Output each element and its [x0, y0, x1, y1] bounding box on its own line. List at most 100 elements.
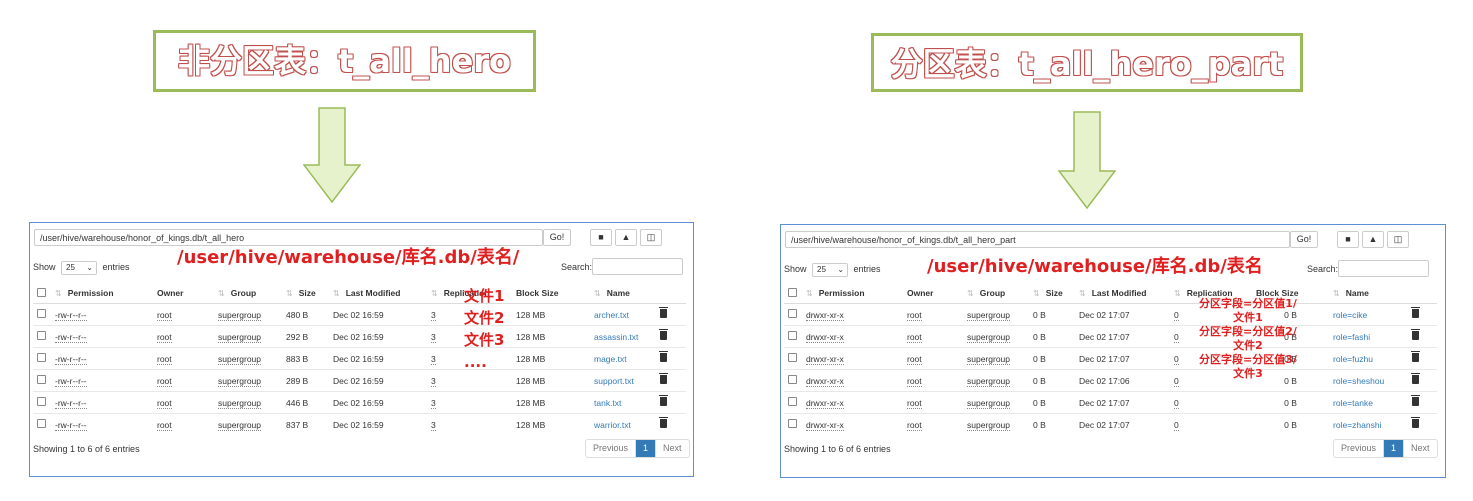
replication[interactable]: 3 [431, 309, 436, 321]
permission[interactable]: drwxr-xr-x [806, 353, 844, 365]
permission[interactable]: drwxr-xr-x [806, 397, 844, 409]
group[interactable]: supergroup [218, 419, 262, 431]
owner[interactable]: root [907, 331, 922, 343]
col-name[interactable]: ⇅ Name [590, 283, 656, 304]
replication[interactable]: 0 [1174, 353, 1179, 365]
trash-icon[interactable] [659, 329, 668, 340]
col-name[interactable]: ⇅ Name [1329, 283, 1408, 304]
folder-link[interactable]: role=sheshou [1333, 376, 1384, 386]
group[interactable]: supergroup [967, 375, 1011, 387]
permission[interactable]: -rw-r--r-- [55, 375, 87, 387]
file-link[interactable]: tank.txt [594, 398, 621, 408]
trash-icon[interactable] [1411, 373, 1420, 384]
group[interactable]: supergroup [967, 419, 1011, 431]
replication[interactable]: 3 [431, 375, 436, 387]
folder-link[interactable]: role=zhanshi [1333, 420, 1381, 430]
group[interactable]: supergroup [967, 397, 1011, 409]
replication[interactable]: 0 [1174, 375, 1179, 387]
file-link[interactable]: support.txt [594, 376, 634, 386]
owner[interactable]: root [907, 375, 922, 387]
trash-icon[interactable] [659, 417, 668, 428]
row-checkbox[interactable] [788, 375, 797, 384]
file-link[interactable]: assassin.txt [594, 332, 638, 342]
permission[interactable]: -rw-r--r-- [55, 419, 87, 431]
col-size[interactable]: ⇅ Size [282, 283, 329, 304]
group[interactable]: supergroup [218, 309, 262, 321]
replication[interactable]: 0 [1174, 309, 1179, 321]
permission[interactable]: drwxr-xr-x [806, 309, 844, 321]
permission[interactable]: drwxr-xr-x [806, 419, 844, 431]
row-checkbox[interactable] [37, 331, 46, 340]
owner[interactable]: root [907, 353, 922, 365]
owner[interactable]: root [907, 309, 922, 321]
col-last-modified[interactable]: ⇅ Last Modified [1075, 283, 1170, 304]
col-last-modified[interactable]: ⇅ Last Modified [329, 283, 427, 304]
previous-button[interactable]: Previous [1334, 440, 1383, 457]
path-input[interactable]: /user/hive/warehouse/honor_of_kings.db/t… [785, 231, 1290, 248]
replication[interactable]: 3 [431, 353, 436, 365]
permission[interactable]: -rw-r--r-- [55, 397, 87, 409]
next-button[interactable]: Next [656, 440, 689, 457]
replication[interactable]: 3 [431, 419, 436, 431]
entries-select[interactable]: 25 ⌄ [812, 262, 849, 277]
go-button[interactable]: Go! [1290, 231, 1318, 248]
group[interactable]: supergroup [218, 331, 262, 343]
col-group[interactable]: ⇅ Group [963, 283, 1029, 304]
row-checkbox[interactable] [788, 397, 797, 406]
permission[interactable]: -rw-r--r-- [55, 331, 87, 343]
previous-button[interactable]: Previous [586, 440, 635, 457]
permission[interactable]: drwxr-xr-x [806, 375, 844, 387]
trash-icon[interactable] [659, 307, 668, 318]
group[interactable]: supergroup [218, 353, 262, 365]
owner[interactable]: root [907, 397, 922, 409]
folder-icon[interactable]: ■ [590, 229, 612, 246]
trash-icon[interactable] [1411, 351, 1420, 362]
replication[interactable]: 0 [1174, 331, 1179, 343]
row-checkbox[interactable] [37, 397, 46, 406]
row-checkbox[interactable] [788, 353, 797, 362]
trash-icon[interactable] [1411, 307, 1420, 318]
file-link[interactable]: archer.txt [594, 310, 629, 320]
col-permission[interactable]: ⇅ Permission [51, 283, 153, 304]
owner[interactable]: root [157, 419, 172, 431]
row-checkbox[interactable] [37, 419, 46, 428]
select-all-checkbox[interactable] [788, 287, 797, 297]
clipboard-icon[interactable]: ◫ [640, 229, 662, 246]
trash-icon[interactable] [1411, 395, 1420, 406]
upload-icon[interactable]: ▲ [615, 229, 637, 246]
trash-icon[interactable] [1411, 329, 1420, 340]
folder-link[interactable]: role=fuzhu [1333, 354, 1373, 364]
folder-link[interactable]: role=cike [1333, 310, 1367, 320]
entries-select[interactable]: 25 ⌄ [61, 260, 98, 275]
search-input[interactable] [1338, 260, 1429, 277]
trash-icon[interactable] [1411, 417, 1420, 428]
col-size[interactable]: ⇅ Size [1029, 283, 1075, 304]
owner[interactable]: root [157, 397, 172, 409]
replication[interactable]: 0 [1174, 419, 1179, 431]
row-checkbox[interactable] [37, 375, 46, 384]
replication[interactable]: 3 [431, 397, 436, 409]
col-block-size[interactable]: Block Size [512, 283, 590, 304]
group[interactable]: supergroup [967, 353, 1011, 365]
row-checkbox[interactable] [788, 331, 797, 340]
file-link[interactable]: warrior.txt [594, 420, 631, 430]
row-checkbox[interactable] [37, 353, 46, 362]
search-input[interactable] [592, 258, 683, 275]
group[interactable]: supergroup [218, 375, 262, 387]
permission[interactable]: -rw-r--r-- [55, 353, 87, 365]
row-checkbox[interactable] [37, 309, 46, 318]
trash-icon[interactable] [659, 395, 668, 406]
col-owner[interactable]: Owner [903, 283, 963, 304]
folder-link[interactable]: role=tanke [1333, 398, 1373, 408]
owner[interactable]: root [157, 309, 172, 321]
upload-icon[interactable]: ▲ [1362, 231, 1384, 248]
select-all-checkbox[interactable] [37, 287, 46, 297]
row-checkbox[interactable] [788, 419, 797, 428]
owner[interactable]: root [157, 375, 172, 387]
replication[interactable]: 0 [1174, 397, 1179, 409]
trash-icon[interactable] [659, 373, 668, 384]
group[interactable]: supergroup [967, 331, 1011, 343]
trash-icon[interactable] [659, 351, 668, 362]
file-link[interactable]: mage.txt [594, 354, 627, 364]
folder-link[interactable]: role=fashi [1333, 332, 1370, 342]
